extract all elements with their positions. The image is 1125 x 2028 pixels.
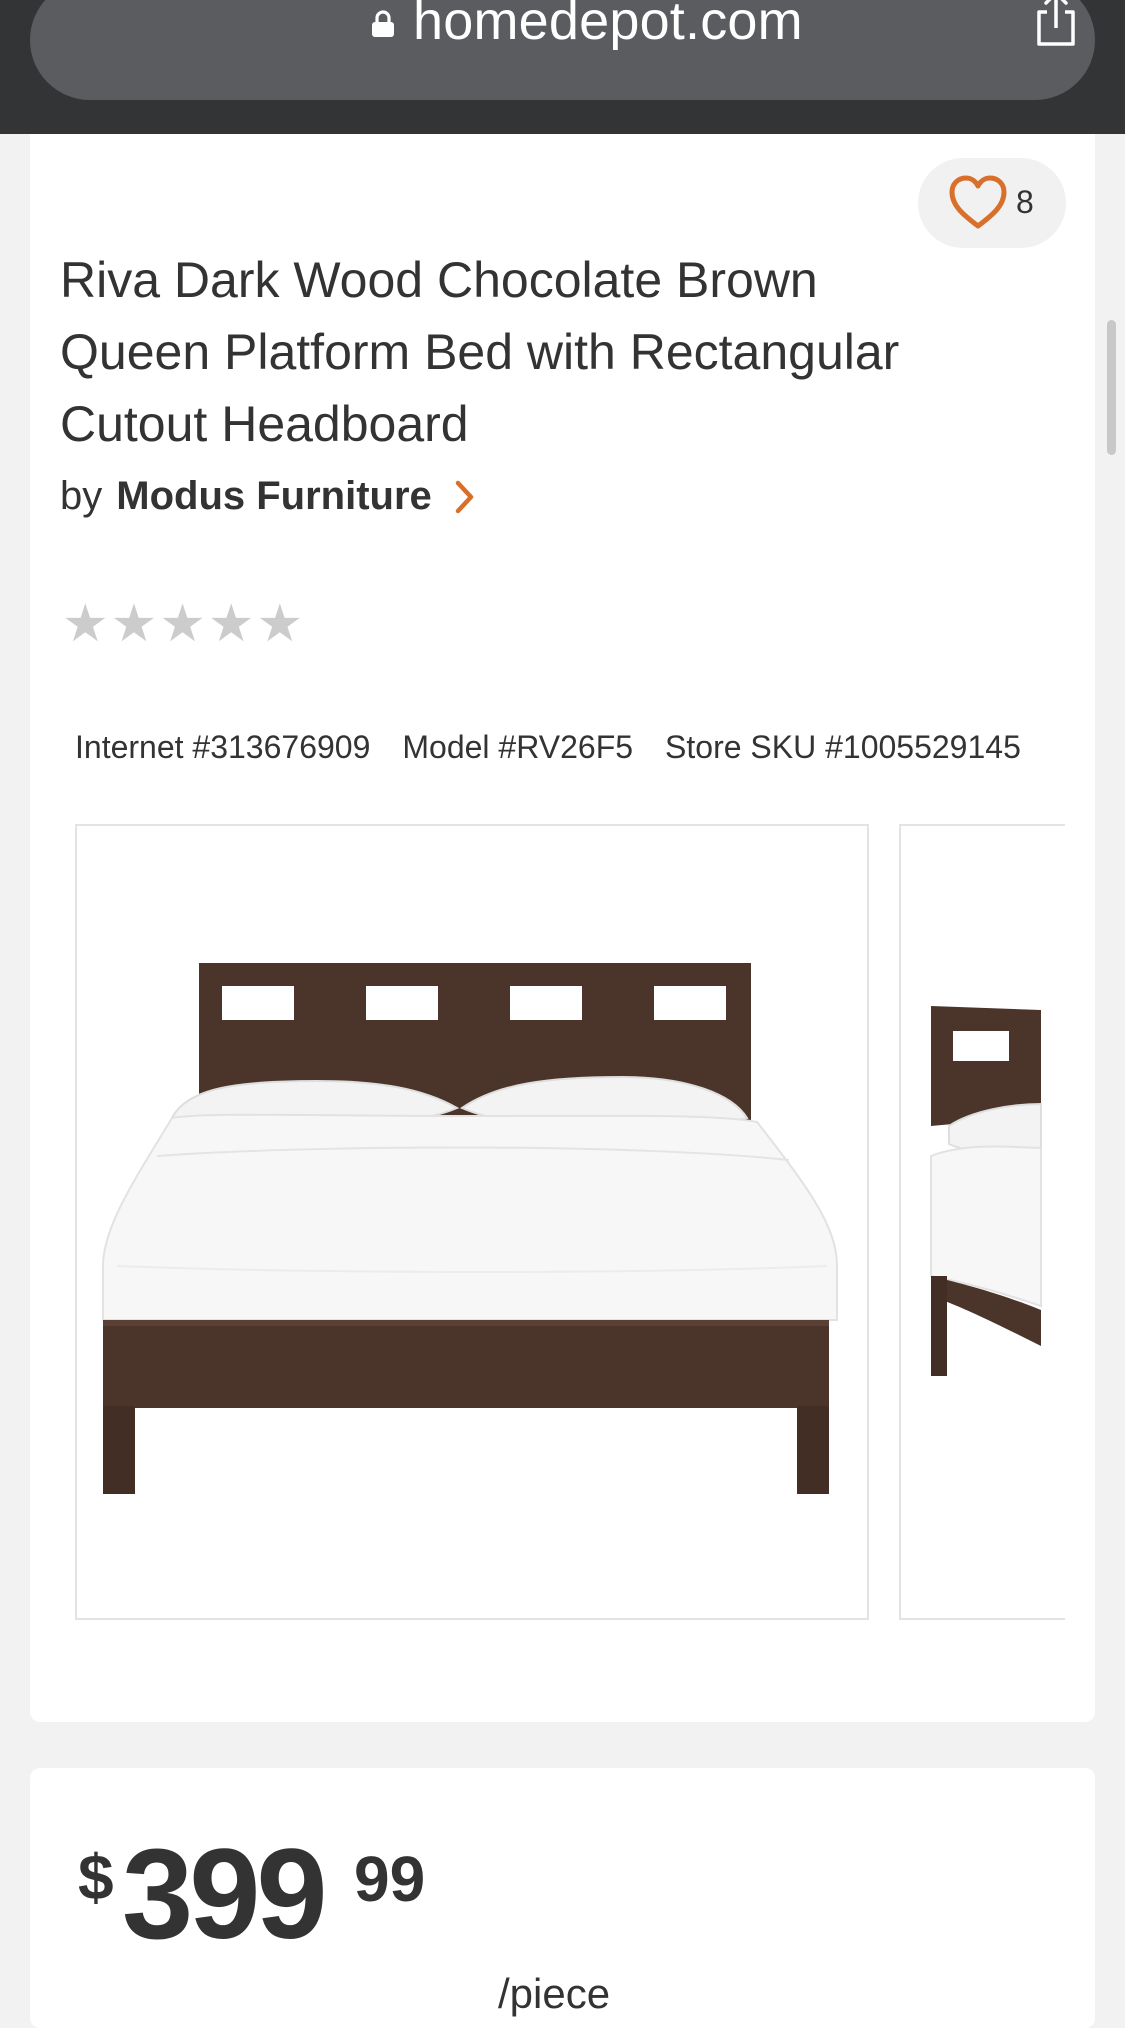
price-currency: $ <box>78 1841 114 1913</box>
brand-prefix: by <box>60 474 103 518</box>
star-icon: ★ <box>62 595 109 653</box>
url-text: homedepot.com <box>413 0 803 51</box>
scroll-indicator[interactable] <box>1107 320 1116 455</box>
favorite-button[interactable]: 8 <box>918 158 1066 248</box>
bed-angle-image <box>930 1006 1042 1376</box>
price-cents: 99 <box>354 1843 426 1915</box>
star-icon: ★ <box>110 595 158 653</box>
product-image-slide[interactable] <box>75 824 869 1620</box>
model-number: Model #RV26F5 <box>402 729 634 765</box>
rating-stars[interactable]: ★ ★ ★ ★ ★ <box>62 598 303 650</box>
share-icon[interactable] <box>1025 0 1087 50</box>
price-unit: /piece <box>498 1970 611 2017</box>
brand-link[interactable]: by Modus Furniture <box>60 474 476 519</box>
address-bar[interactable]: homedepot.com <box>30 0 1095 100</box>
heart-icon <box>949 175 1007 229</box>
favorite-count: 8 <box>1016 184 1034 220</box>
chevron-right-icon <box>455 480 474 513</box>
star-icon: ★ <box>207 595 255 653</box>
star-icon: ★ <box>159 595 206 653</box>
price-dollars: 399 <box>122 1823 328 1966</box>
lock-icon <box>372 10 394 37</box>
brand-name: Modus Furniture <box>116 474 432 518</box>
product-overview-card: 8 Riva Dark Wood Chocolate Brown Queen P… <box>30 134 1095 1722</box>
star-icon: ★ <box>256 595 304 653</box>
bed-front-image <box>102 963 838 1494</box>
internet-number: Internet #313676909 <box>75 729 371 765</box>
product-title: Riva Dark Wood Chocolate Brown Queen Pla… <box>60 252 900 452</box>
product-identifiers: Internet #313676909 Model #RV26F5 Store … <box>75 729 1021 766</box>
image-carousel[interactable] <box>75 824 1065 1620</box>
browser-toolbar: homedepot.com <box>0 0 1125 134</box>
price-card: $ 399 99 /piece <box>30 1768 1095 2028</box>
product-image-slide[interactable] <box>899 824 1065 1620</box>
store-sku: Store SKU #1005529145 <box>665 729 1021 765</box>
